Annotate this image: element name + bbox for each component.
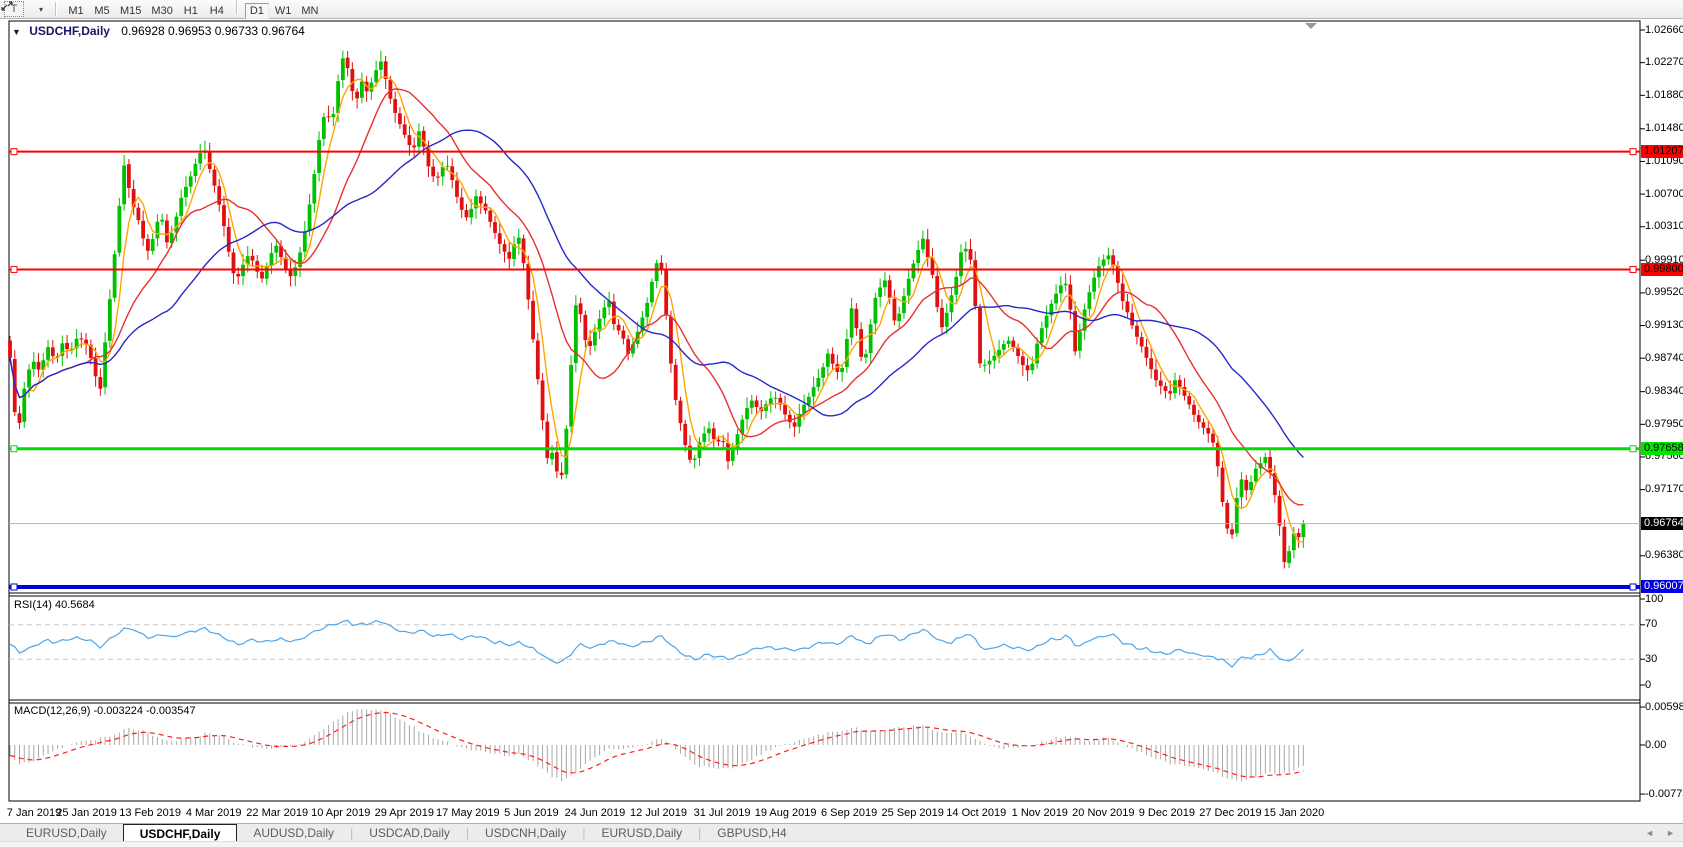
date-axis-label: 10 Apr 2019 — [311, 807, 370, 819]
date-axis-label: 13 Feb 2019 — [119, 807, 181, 819]
date-axis-label: 17 May 2019 — [436, 807, 500, 819]
resistance-line-upper-handle[interactable] — [1630, 149, 1636, 155]
status-strip — [0, 841, 1683, 847]
date-axis-label: 19 Aug 2019 — [755, 807, 817, 819]
resistance-line-lower-handle[interactable] — [11, 266, 17, 272]
price-axis-label: 0.99130 — [1645, 319, 1683, 331]
chart-canvas — [0, 0, 1683, 847]
date-axis-label: 9 Dec 2019 — [1139, 807, 1195, 819]
date-axis-label: 25 Jan 2019 — [56, 807, 117, 819]
date-axis-label: 4 Mar 2019 — [186, 807, 242, 819]
ma-slow-line — [10, 130, 1303, 457]
date-axis-label: 27 Dec 2019 — [1199, 807, 1261, 819]
hline-price-badge[interactable]: 0.96007 — [1641, 580, 1683, 593]
collapse-triangle-icon: ▼ — [12, 27, 21, 37]
date-axis-label: 31 Jul 2019 — [694, 807, 751, 819]
candles-layer — [8, 51, 1305, 569]
tab-usdchf-daily[interactable]: USDCHF,Daily — [123, 824, 238, 842]
tab-strip: EURUSD,DailyUSDCHF,DailyAUDUSD,Daily|USD… — [10, 824, 803, 842]
tab-audusd-daily[interactable]: AUDUSD,Daily — [237, 824, 350, 842]
date-axis-label: 15 Jan 2020 — [1264, 807, 1325, 819]
resistance-line-lower-handle[interactable] — [1630, 266, 1636, 272]
support-line-blue-handle[interactable] — [1630, 584, 1636, 590]
tab-usdcad-daily[interactable]: USDCAD,Daily — [353, 824, 466, 842]
date-axis-label: 20 Nov 2019 — [1072, 807, 1134, 819]
chart-title: ▼ USDCHF,Daily 0.96928 0.96953 0.96733 0… — [12, 24, 305, 38]
pane-frame — [9, 21, 1640, 801]
macd-label: MACD(12,26,9) -0.003224 -0.003547 — [14, 705, 196, 717]
price-axis-label: 0.99520 — [1645, 286, 1683, 298]
rsi-label: RSI(14) 40.5684 — [14, 599, 95, 611]
support-line-green-handle[interactable] — [1630, 446, 1636, 452]
tab-scroll-arrows: ◄ ► — [1645, 824, 1675, 842]
date-axis-label: 5 Jun 2019 — [504, 807, 558, 819]
date-axis-label: 12 Jul 2019 — [630, 807, 687, 819]
tab-scroll-right-icon[interactable]: ► — [1666, 828, 1675, 838]
chart-shift-marker-icon[interactable] — [1305, 23, 1317, 29]
price-axis-label: 1.01480 — [1645, 122, 1683, 134]
support-line-blue-handle[interactable] — [11, 584, 17, 590]
chart-tab-bar: EURUSD,DailyUSDCHF,DailyAUDUSD,Daily|USD… — [0, 823, 1683, 842]
rsi-line — [10, 620, 1303, 667]
tab-scroll-left-icon[interactable]: ◄ — [1645, 828, 1654, 838]
date-axis-label: 25 Sep 2019 — [881, 807, 943, 819]
macd-axis-label: 0.00 — [1645, 739, 1666, 751]
tab-gbpusd-h4[interactable]: GBPUSD,H4 — [701, 824, 802, 842]
mt4-window: T ▾ M1M5M15M30H1H4D1W1MN ▼ USDCHF,Daily … — [0, 0, 1683, 847]
price-axis-label: 0.98740 — [1645, 352, 1683, 364]
macd-axis-label: -0.007737 — [1645, 788, 1683, 800]
price-axis-label: 1.00310 — [1645, 220, 1683, 232]
date-axis-label: 6 Sep 2019 — [821, 807, 877, 819]
date-axis-label: 14 Oct 2019 — [946, 807, 1006, 819]
date-axis-label: 24 Jun 2019 — [565, 807, 626, 819]
date-axis-label: 22 Mar 2019 — [246, 807, 308, 819]
price-axis-label: 0.97170 — [1645, 483, 1683, 495]
date-axis-label: 1 Nov 2019 — [1012, 807, 1068, 819]
support-line-green-handle[interactable] — [11, 446, 17, 452]
rsi-axis-label: 30 — [1645, 653, 1657, 665]
hline-price-badge[interactable]: 0.97658 — [1641, 442, 1683, 455]
date-axis-label: 7 Jan 2019 — [7, 807, 61, 819]
tab-eurusd-daily-2[interactable]: EURUSD,Daily — [585, 824, 698, 842]
price-axis-label: 0.96380 — [1645, 549, 1683, 561]
price-axis-label: 1.02270 — [1645, 56, 1683, 68]
hline-price-badge[interactable]: 1.01207 — [1641, 145, 1683, 158]
date-axis-label: 29 Apr 2019 — [375, 807, 434, 819]
rsi-axis-label: 100 — [1645, 593, 1663, 605]
price-axis-label: 1.02660 — [1645, 24, 1683, 36]
hline-price-badge[interactable]: 0.99800 — [1641, 263, 1683, 276]
tab-usdcnh-daily[interactable]: USDCNH,Daily — [469, 824, 582, 842]
ma-fast-line — [10, 77, 1303, 542]
rsi-axis-label: 0 — [1645, 679, 1651, 691]
tab-eurusd-daily[interactable]: EURUSD,Daily — [10, 824, 123, 842]
price-axis-label: 0.97950 — [1645, 418, 1683, 430]
price-axis-label: 0.98340 — [1645, 385, 1683, 397]
rsi-axis-label: 70 — [1645, 618, 1657, 630]
macd-axis-label: 0.005986 — [1645, 701, 1683, 713]
chart-symbol-label: USDCHF,Daily — [29, 24, 110, 38]
current-price-badge: 0.96764 — [1641, 517, 1683, 530]
price-axis-label: 1.00700 — [1645, 188, 1683, 200]
price-axis-label: 1.01880 — [1645, 89, 1683, 101]
resistance-line-upper-handle[interactable] — [11, 149, 17, 155]
chart-ohlc-values: 0.96928 0.96953 0.96733 0.96764 — [121, 24, 305, 38]
